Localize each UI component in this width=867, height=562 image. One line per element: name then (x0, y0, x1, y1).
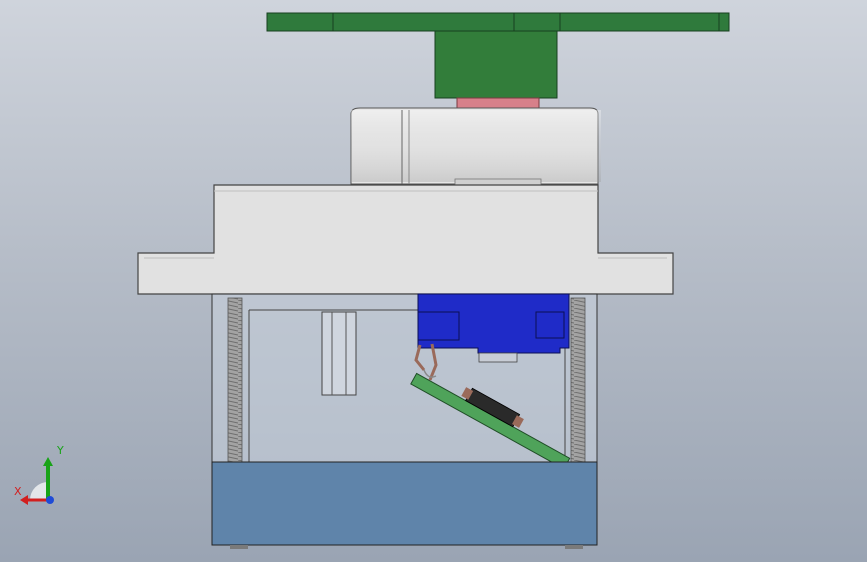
triad-plane-icon (30, 482, 48, 500)
case-top-flange[interactable] (137, 184, 674, 295)
cad-viewport[interactable]: X Y (0, 0, 867, 562)
gear-cap[interactable] (350, 107, 601, 186)
horn-hub[interactable] (434, 30, 558, 99)
inner-post (321, 311, 357, 396)
foot-left (230, 545, 248, 549)
left-screw (227, 297, 243, 463)
right-screw (570, 297, 586, 463)
bottom-cover[interactable] (211, 461, 598, 546)
servo-horn[interactable] (266, 12, 730, 32)
x-axis-label: X (14, 485, 22, 498)
z-axis-dot-icon (46, 496, 54, 504)
orientation-triad[interactable]: X Y (12, 442, 82, 512)
foot-right (565, 545, 583, 549)
y-axis-label: Y (56, 444, 64, 457)
servo-3d-model[interactable] (0, 0, 867, 562)
